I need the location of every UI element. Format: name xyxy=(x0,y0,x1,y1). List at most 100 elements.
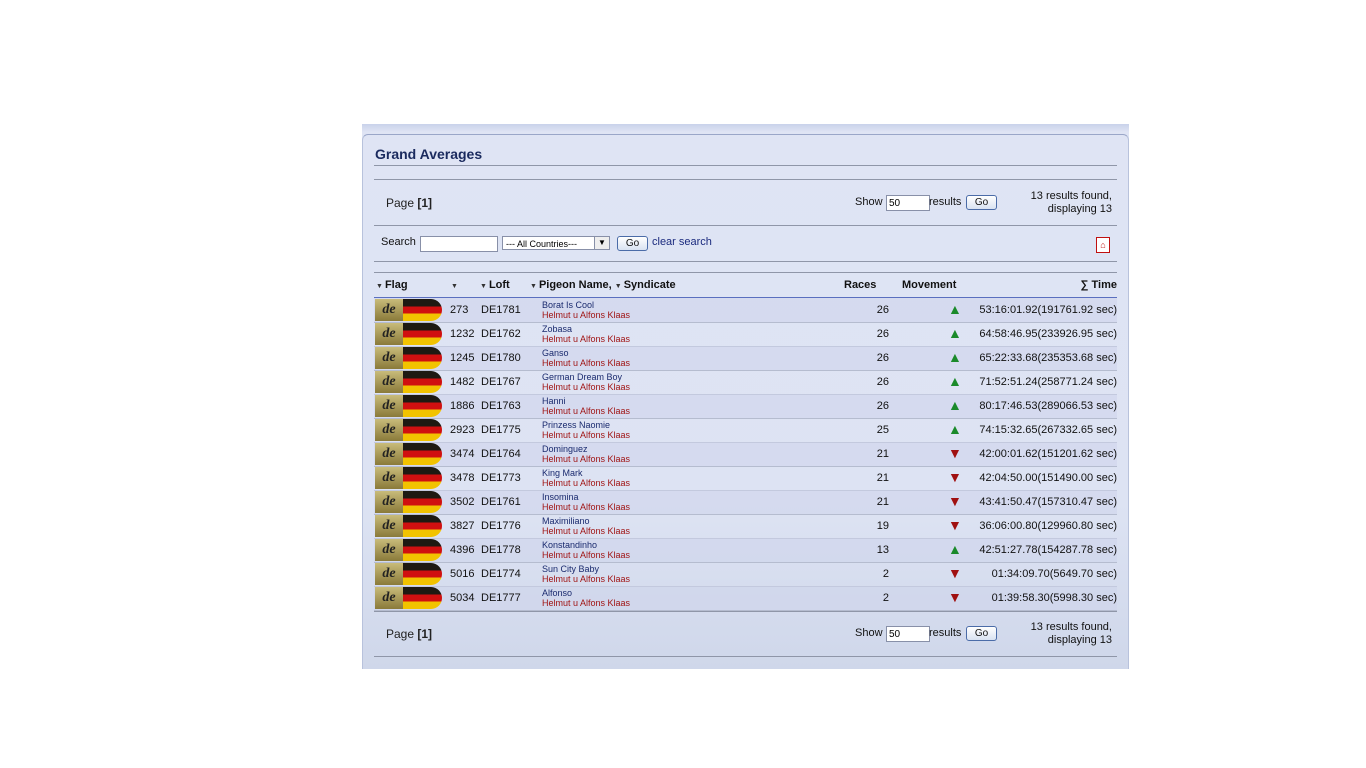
table-row[interactable]: de 3474 DE1764 Dominguez Helmut u Alfons Kla… xyxy=(374,442,1117,467)
pigeon-name-link[interactable]: Konstandinho xyxy=(542,540,597,550)
sort-icon: ▼ xyxy=(480,283,487,290)
search-input[interactable] xyxy=(420,236,498,252)
germany-flag-icon: de xyxy=(375,491,442,513)
rank-cell: 3502 xyxy=(450,496,475,508)
germany-flag-icon: de xyxy=(375,299,442,321)
germany-flag-icon: de xyxy=(375,443,442,465)
divider xyxy=(374,611,1117,612)
table-row[interactable]: de 5016 DE1774 Sun City Baby Helmut u Alfons… xyxy=(374,562,1117,587)
germany-flag-icon: de xyxy=(375,539,442,561)
divider xyxy=(374,225,1117,226)
table-row[interactable]: de 1245 DE1780 Ganso Helmut u Alfons Klaas 26… xyxy=(374,346,1117,371)
germany-flag-icon: de xyxy=(375,395,442,417)
syndicate-link[interactable]: Helmut u Alfons Klaas xyxy=(542,478,630,488)
syndicate-link[interactable]: Helmut u Alfons Klaas xyxy=(542,454,630,464)
rank-cell: 1232 xyxy=(450,328,475,340)
syndicate-link[interactable]: Helmut u Alfons Klaas xyxy=(542,574,630,584)
table-row[interactable]: de 2923 DE1775 Prinzess Naomie Helmut u Alfo… xyxy=(374,418,1117,443)
table-row[interactable]: de 273 DE1781 Borat Is Cool Helmut u Alfons … xyxy=(374,298,1117,323)
syndicate-link[interactable]: Helmut u Alfons Klaas xyxy=(542,598,630,608)
country-code: de xyxy=(375,515,403,537)
table-row[interactable]: de 3478 DE1773 King Mark Helmut u Alfons Kla… xyxy=(374,466,1117,491)
col-flag-label: Flag xyxy=(384,279,408,291)
table-row[interactable]: de 1232 DE1762 Zobasa Helmut u Alfons Klaas 2… xyxy=(374,322,1117,347)
divider xyxy=(374,656,1117,657)
table-row[interactable]: de 5034 DE1777 Alfonso Helmut u Alfons Klaas… xyxy=(374,586,1117,611)
syndicate-link[interactable]: Helmut u Alfons Klaas xyxy=(542,526,630,536)
syndicate-link[interactable]: Helmut u Alfons Klaas xyxy=(542,358,630,368)
table-row[interactable]: de 3827 DE1776 Maximiliano Helmut u Alfons K… xyxy=(374,514,1117,539)
results-per-page-input[interactable] xyxy=(886,195,930,211)
pigeon-name-link[interactable]: Zobasa xyxy=(542,324,572,334)
country-code: de xyxy=(375,323,403,345)
rank-cell: 3478 xyxy=(450,472,475,484)
col-time: ∑ Time xyxy=(1080,279,1117,291)
go-button[interactable]: Go xyxy=(966,195,997,210)
pigeon-name-link[interactable]: Sun City Baby xyxy=(542,564,599,574)
country-code: de xyxy=(375,371,403,393)
table-row[interactable]: de 4396 DE1778 Konstandinho Helmut u Alfons … xyxy=(374,538,1117,563)
loft-cell: DE1775 xyxy=(481,424,521,436)
page-link-1[interactable]: [1] xyxy=(417,196,432,210)
pdf-export-icon[interactable]: ⌂ xyxy=(1096,237,1110,253)
pigeon-name-link[interactable]: Borat Is Cool xyxy=(542,300,594,310)
results-per-page-input[interactable] xyxy=(886,626,930,642)
rank-cell: 5016 xyxy=(450,568,475,580)
rank-cell: 273 xyxy=(450,304,469,316)
syndicate-link[interactable]: Helmut u Alfons Klaas xyxy=(542,550,630,560)
show-label: Show xyxy=(855,196,883,208)
syndicate-link[interactable]: Helmut u Alfons Klaas xyxy=(542,334,630,344)
results-label: results xyxy=(929,196,962,208)
sort-icon: ▼ xyxy=(530,283,537,290)
country-select[interactable]: --- All Countries--- ▼ xyxy=(502,236,610,250)
loft-cell: DE1762 xyxy=(481,328,521,340)
total-time-cell: 01:34:09.70(5649.70 sec) xyxy=(991,568,1117,580)
syndicate-link[interactable]: Helmut u Alfons Klaas xyxy=(542,382,630,392)
table-row[interactable]: de 1482 DE1767 German Dream Boy Helmut u Alf… xyxy=(374,370,1117,395)
go-button[interactable]: Go xyxy=(966,626,997,641)
pigeon-name-link[interactable]: German Dream Boy xyxy=(542,372,622,382)
loft-cell: DE1761 xyxy=(481,496,521,508)
pigeon-name-link[interactable]: Hanni xyxy=(542,396,566,406)
loft-cell: DE1781 xyxy=(481,304,521,316)
syndicate-link[interactable]: Helmut u Alfons Klaas xyxy=(542,406,630,416)
col-loft[interactable]: ▼ Loft xyxy=(480,279,510,291)
clear-search-link[interactable]: clear search xyxy=(652,236,712,248)
races-cell: 26 xyxy=(876,304,889,316)
pigeon-name-link[interactable]: Alfonso xyxy=(542,588,572,598)
results-count: 13 results found, displaying 13 xyxy=(1031,621,1112,647)
races-cell: 2 xyxy=(882,592,889,604)
divider xyxy=(374,261,1117,262)
races-cell: 26 xyxy=(876,328,889,340)
table-row[interactable]: de 1886 DE1763 Hanni Helmut u Alfons Klaas 26… xyxy=(374,394,1117,419)
syndicate-link[interactable]: Helmut u Alfons Klaas xyxy=(542,502,630,512)
results-count: 13 results found, displaying 13 xyxy=(1031,190,1112,216)
search-go-button[interactable]: Go xyxy=(617,236,648,251)
arrow-up-icon: ▲ xyxy=(948,397,962,413)
syndicate-link[interactable]: Helmut u Alfons Klaas xyxy=(542,430,630,440)
arrow-down-icon: ▼ xyxy=(948,517,962,533)
syndicate-link[interactable]: Helmut u Alfons Klaas xyxy=(542,310,630,320)
races-cell: 25 xyxy=(876,424,889,436)
col-syndicate-label[interactable]: Syndicate xyxy=(624,279,676,291)
rank-cell: 4396 xyxy=(450,544,475,556)
country-select-value: --- All Countries--- xyxy=(506,239,578,249)
col-rank-sort[interactable]: ▼ xyxy=(451,279,460,291)
col-flag[interactable]: ▼ Flag xyxy=(376,279,408,291)
page-link-1[interactable]: [1] xyxy=(417,627,432,641)
pigeon-name-link[interactable]: Ganso xyxy=(542,348,569,358)
races-cell: 13 xyxy=(876,544,889,556)
rank-cell: 1886 xyxy=(450,400,475,412)
sort-icon: ▼ xyxy=(451,283,458,290)
table-row[interactable]: de 3502 DE1761 Insomina Helmut u Alfons Klaa… xyxy=(374,490,1117,515)
pigeon-name-link[interactable]: Prinzess Naomie xyxy=(542,420,610,430)
loft-cell: DE1780 xyxy=(481,352,521,364)
pigeon-name-link[interactable]: Dominguez xyxy=(542,444,588,454)
country-code: de xyxy=(375,347,403,369)
pigeon-name-link[interactable]: Maximiliano xyxy=(542,516,590,526)
pigeon-name-link[interactable]: Insomina xyxy=(542,492,579,502)
pigeon-name-link[interactable]: King Mark xyxy=(542,468,583,478)
col-pigeon-name[interactable]: ▼ Pigeon Name, ▼ Syndicate xyxy=(530,279,676,291)
country-code: de xyxy=(375,395,403,417)
arrow-up-icon: ▲ xyxy=(948,301,962,317)
